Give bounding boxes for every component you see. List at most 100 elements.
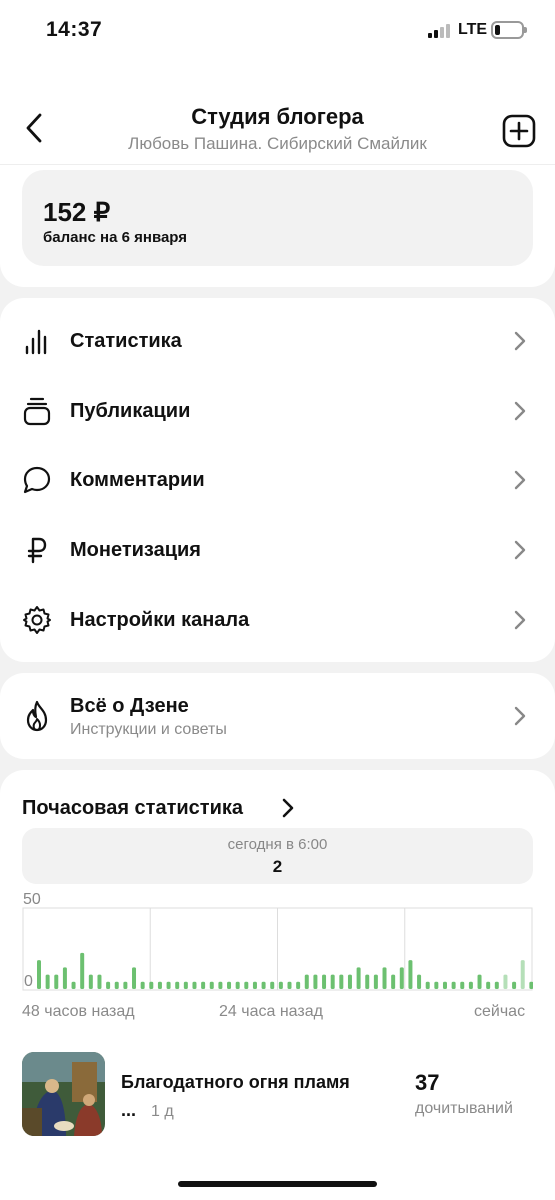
page-title: Студия блогера xyxy=(191,104,364,129)
chart-bar[interactable] xyxy=(322,974,327,989)
status-bar: 14:37 LTE xyxy=(0,0,555,60)
chart-bar[interactable] xyxy=(347,974,352,989)
ruble-icon xyxy=(22,535,52,565)
chart-bar[interactable] xyxy=(54,974,59,989)
bar-chart-icon xyxy=(22,326,52,356)
chart-bar[interactable] xyxy=(373,974,378,989)
publication-thumbnail[interactable] xyxy=(22,1052,105,1136)
chart-bar[interactable] xyxy=(244,981,249,989)
balance-amount: 152 ₽ xyxy=(43,197,111,227)
hourly-bar-chart[interactable]: 50 0 xyxy=(22,886,533,1014)
chart-bar[interactable] xyxy=(529,981,533,989)
chart-bar[interactable] xyxy=(425,981,430,989)
chart-bar[interactable] xyxy=(71,981,76,989)
chart-bar[interactable] xyxy=(175,981,180,989)
chart-bar[interactable] xyxy=(460,981,465,989)
chart-bar[interactable] xyxy=(149,981,154,989)
chart-bar[interactable] xyxy=(88,974,93,989)
chevron-right-icon xyxy=(513,539,531,561)
menu-item-statistics[interactable]: Статистика xyxy=(0,311,555,371)
chart-bar[interactable] xyxy=(356,967,361,989)
publication-age: 1 д xyxy=(151,1103,174,1120)
chart-bar[interactable] xyxy=(477,974,482,989)
chart-bar[interactable] xyxy=(140,981,145,989)
about-subtitle: Инструкции и советы xyxy=(70,721,227,738)
chart-bar[interactable] xyxy=(399,967,404,989)
chart-bar[interactable] xyxy=(132,967,137,989)
chart-bar[interactable] xyxy=(123,981,128,989)
chart-bar[interactable] xyxy=(408,960,413,989)
chart-bar[interactable] xyxy=(296,981,301,989)
signal-icon xyxy=(428,24,452,38)
status-time: 14:37 xyxy=(46,18,103,41)
chart-bar[interactable] xyxy=(227,981,232,989)
chart-bar[interactable] xyxy=(434,981,439,989)
chart-bar[interactable] xyxy=(80,952,85,989)
chevron-right-icon[interactable] xyxy=(281,798,295,823)
chart-bar[interactable] xyxy=(45,974,50,989)
menu-item-publications[interactable]: Публикации xyxy=(0,381,555,441)
chart-bar[interactable] xyxy=(339,974,344,989)
studio-menu: Статистика Публикации Комментарии Монети… xyxy=(0,298,555,662)
chevron-right-icon xyxy=(513,469,531,491)
tooltip-value: 2 xyxy=(272,857,283,876)
chart-bar[interactable] xyxy=(330,974,335,989)
chart-bar[interactable] xyxy=(209,981,214,989)
chevron-right-icon xyxy=(513,330,531,352)
publications-stack-icon xyxy=(22,396,52,426)
publication-row[interactable]: Благодатного огня пламя ... 1 д 37 дочит… xyxy=(22,1052,533,1138)
chart-bar[interactable] xyxy=(157,981,162,989)
chart-bar[interactable] xyxy=(62,967,67,989)
menu-item-label: Публикации xyxy=(70,399,191,422)
chart-bar[interactable] xyxy=(218,981,223,989)
balance-card[interactable]: 152 ₽ баланс на 6 января xyxy=(22,170,533,266)
chart-bar[interactable] xyxy=(201,981,206,989)
chart-bar[interactable] xyxy=(365,974,370,989)
menu-item-monetization[interactable]: Монетизация xyxy=(0,520,555,580)
chart-bar[interactable] xyxy=(503,974,508,989)
chart-bar[interactable] xyxy=(313,974,318,989)
plus-square-icon xyxy=(502,114,536,148)
menu-item-label: Статистика xyxy=(70,329,182,352)
chart-bar[interactable] xyxy=(37,960,41,989)
app-header: Студия блогера Любовь Пашина. Сибирский … xyxy=(0,60,555,165)
chart-bar[interactable] xyxy=(287,981,292,989)
chart-bar[interactable] xyxy=(106,981,111,989)
chart-bar[interactable] xyxy=(442,981,447,989)
chart-bar[interactable] xyxy=(166,981,171,989)
chart-bar[interactable] xyxy=(494,981,499,989)
about-zen-card[interactable]: Всё о Дзене Инструкции и советы xyxy=(0,673,555,759)
chart-bar[interactable] xyxy=(183,981,188,989)
chart-bar[interactable] xyxy=(512,981,517,989)
reads-label: дочитываний xyxy=(415,1100,513,1117)
chart-bar[interactable] xyxy=(235,981,240,989)
tooltip-label: сегодня в 6:00 xyxy=(227,836,328,853)
chart-bar[interactable] xyxy=(114,981,119,989)
chart-bar[interactable] xyxy=(97,974,102,989)
y-tick-label: 50 xyxy=(23,891,41,908)
chart-bar[interactable] xyxy=(278,981,283,989)
more-options-button[interactable]: ... xyxy=(121,1100,136,1121)
chart-bar[interactable] xyxy=(486,981,491,989)
menu-item-comments[interactable]: Комментарии xyxy=(0,450,555,510)
home-indicator[interactable] xyxy=(178,1181,377,1187)
network-type: LTE xyxy=(458,21,488,38)
hourly-stats-title[interactable]: Почасовая статистика xyxy=(22,797,243,820)
battery-icon xyxy=(491,21,527,39)
chart-bar[interactable] xyxy=(252,981,257,989)
add-publication-button[interactable] xyxy=(500,112,538,150)
menu-item-channel-settings[interactable]: Настройки канала xyxy=(0,590,555,650)
chart-bar[interactable] xyxy=(304,974,309,989)
chart-bar[interactable] xyxy=(270,981,275,989)
chart-bar[interactable] xyxy=(451,981,456,989)
chart-bar[interactable] xyxy=(391,974,396,989)
chart-bar[interactable] xyxy=(192,981,197,989)
menu-item-label: Монетизация xyxy=(70,538,201,561)
chart-bar[interactable] xyxy=(382,967,387,989)
chart-bar[interactable] xyxy=(261,981,266,989)
chart-tooltip: сегодня в 6:00 2 xyxy=(22,828,533,884)
chart-bar[interactable] xyxy=(468,981,473,989)
chart-bar[interactable] xyxy=(417,974,422,989)
chart-bar[interactable] xyxy=(520,960,525,989)
hourly-stats-section: Почасовая статистика сегодня в 6:00 2 50… xyxy=(0,770,555,1200)
